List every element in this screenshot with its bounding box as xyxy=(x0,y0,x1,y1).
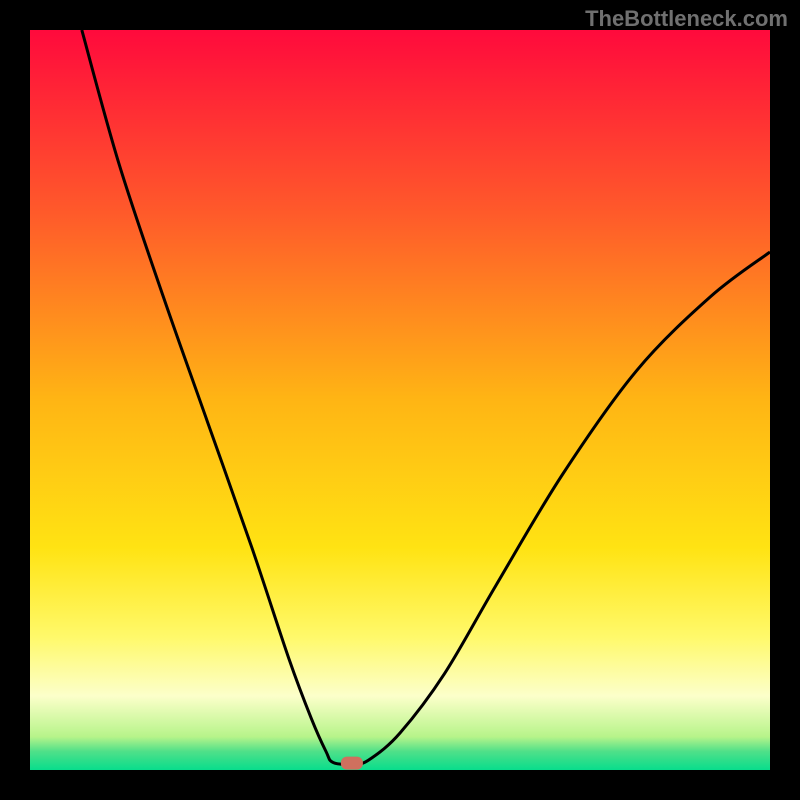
watermark-text: TheBottleneck.com xyxy=(585,6,788,32)
marker-point xyxy=(341,757,363,770)
bottleneck-chart xyxy=(30,30,770,770)
gradient-background xyxy=(30,30,770,770)
chart-frame xyxy=(30,30,770,770)
